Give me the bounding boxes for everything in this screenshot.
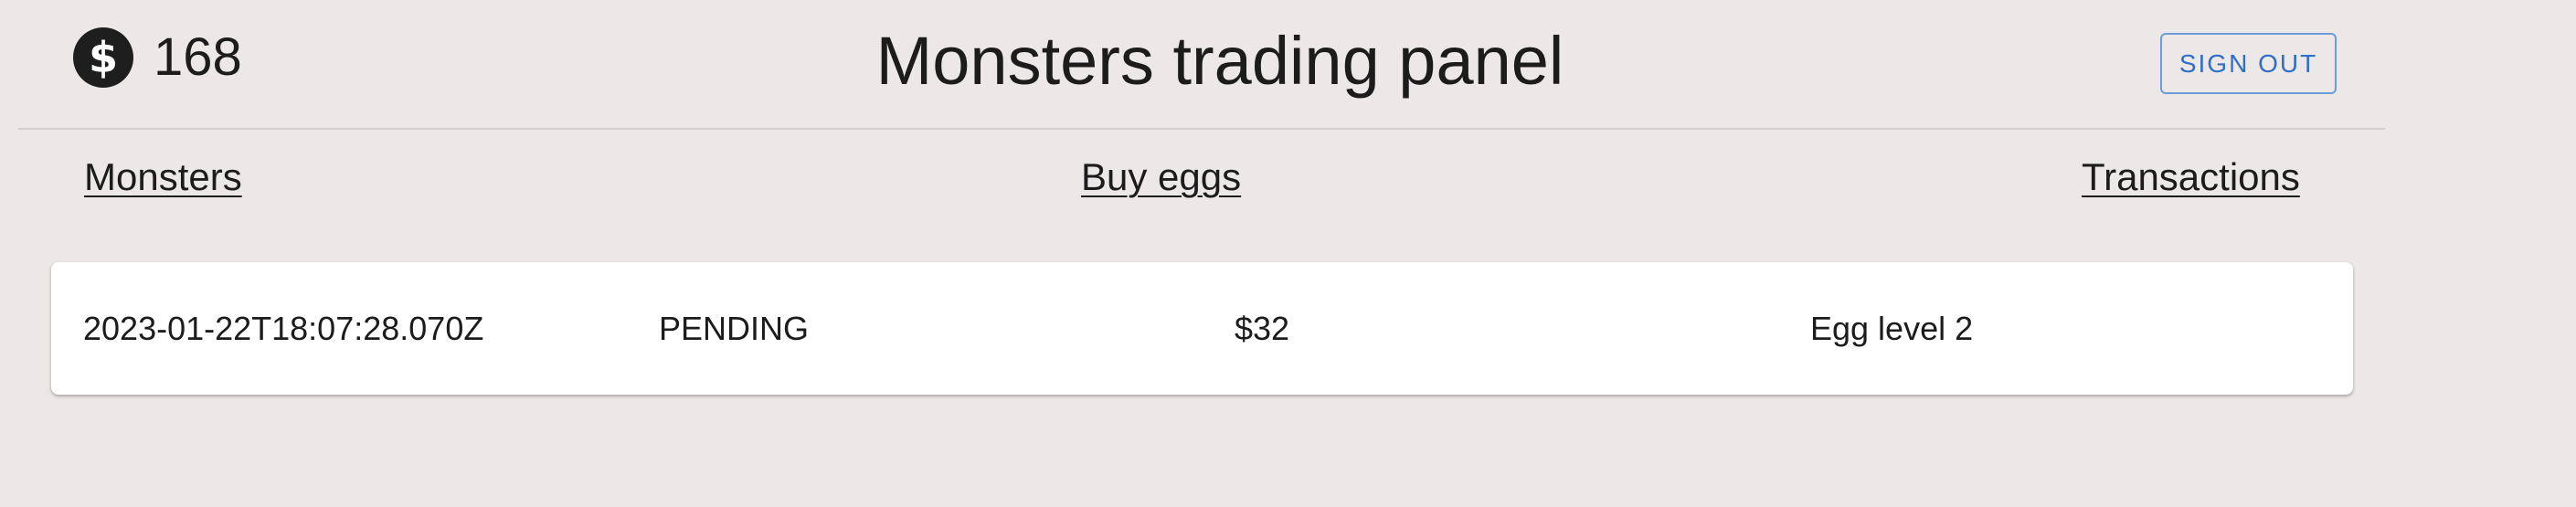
sign-out-button[interactable]: SIGN OUT	[2160, 33, 2337, 94]
transaction-item: Egg level 2	[1810, 309, 1974, 347]
transaction-status: PENDING	[659, 309, 810, 347]
top-bar: $ 168 Monsters trading panel SIGN OUT	[18, 0, 2385, 130]
nav-link-monsters[interactable]: Monsters	[84, 155, 242, 199]
transaction-amount: $32	[1235, 309, 1290, 347]
nav-link-transactions[interactable]: Transactions	[2082, 155, 2300, 199]
transaction-date: 2023-01-22T18:07:28.070Z	[83, 309, 484, 347]
page: $ 168 Monsters trading panel SIGN OUT Mo…	[0, 0, 2576, 507]
nav-link-buy-eggs[interactable]: Buy eggs	[1081, 155, 1241, 199]
transaction-card: 2023-01-22T18:07:28.070Z PENDING $32 Egg…	[51, 262, 2353, 395]
page-title: Monsters trading panel	[875, 23, 1564, 99]
